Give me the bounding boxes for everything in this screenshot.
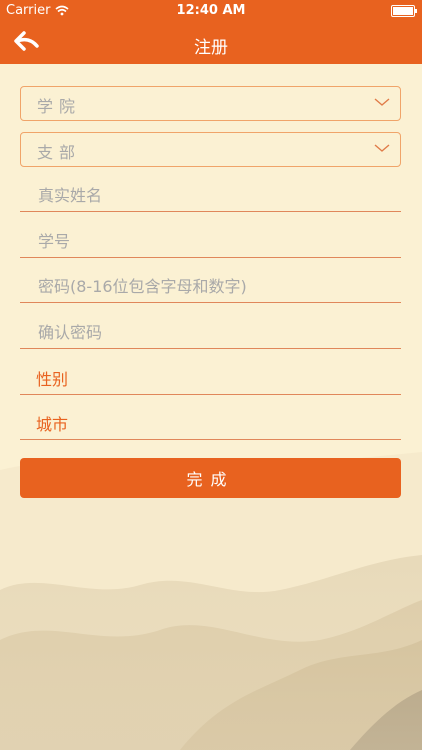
city-picker[interactable]: 城市 [36, 411, 68, 435]
college-select-label: 学院 [37, 97, 82, 116]
done-button[interactable]: 完成 [20, 458, 401, 498]
battery-icon [391, 5, 417, 17]
student-id-field[interactable] [36, 227, 390, 255]
password-field[interactable] [36, 272, 390, 300]
chevron-down-icon [374, 98, 390, 106]
password-field-row [20, 270, 401, 303]
name-field-row [20, 179, 401, 212]
status-bar: Carrier 12:40 AM [0, 0, 422, 22]
student-id-field-row [20, 225, 401, 258]
confirm-password-field[interactable] [36, 318, 390, 346]
gender-picker[interactable]: 性别 [36, 366, 68, 390]
status-time: 12:40 AM [176, 3, 246, 18]
branch-select[interactable]: 支部 [20, 132, 401, 167]
branch-select-label: 支部 [37, 143, 82, 162]
name-field[interactable] [36, 181, 390, 209]
college-select[interactable]: 学院 [20, 86, 401, 121]
chevron-down-icon [374, 144, 390, 152]
page-title: 注册 [194, 38, 228, 58]
city-picker-row[interactable]: 城市 [20, 407, 401, 440]
gender-picker-row[interactable]: 性别 [20, 362, 401, 395]
navigation-bar: 注册 [0, 22, 422, 64]
confirm-password-field-row [20, 316, 401, 349]
